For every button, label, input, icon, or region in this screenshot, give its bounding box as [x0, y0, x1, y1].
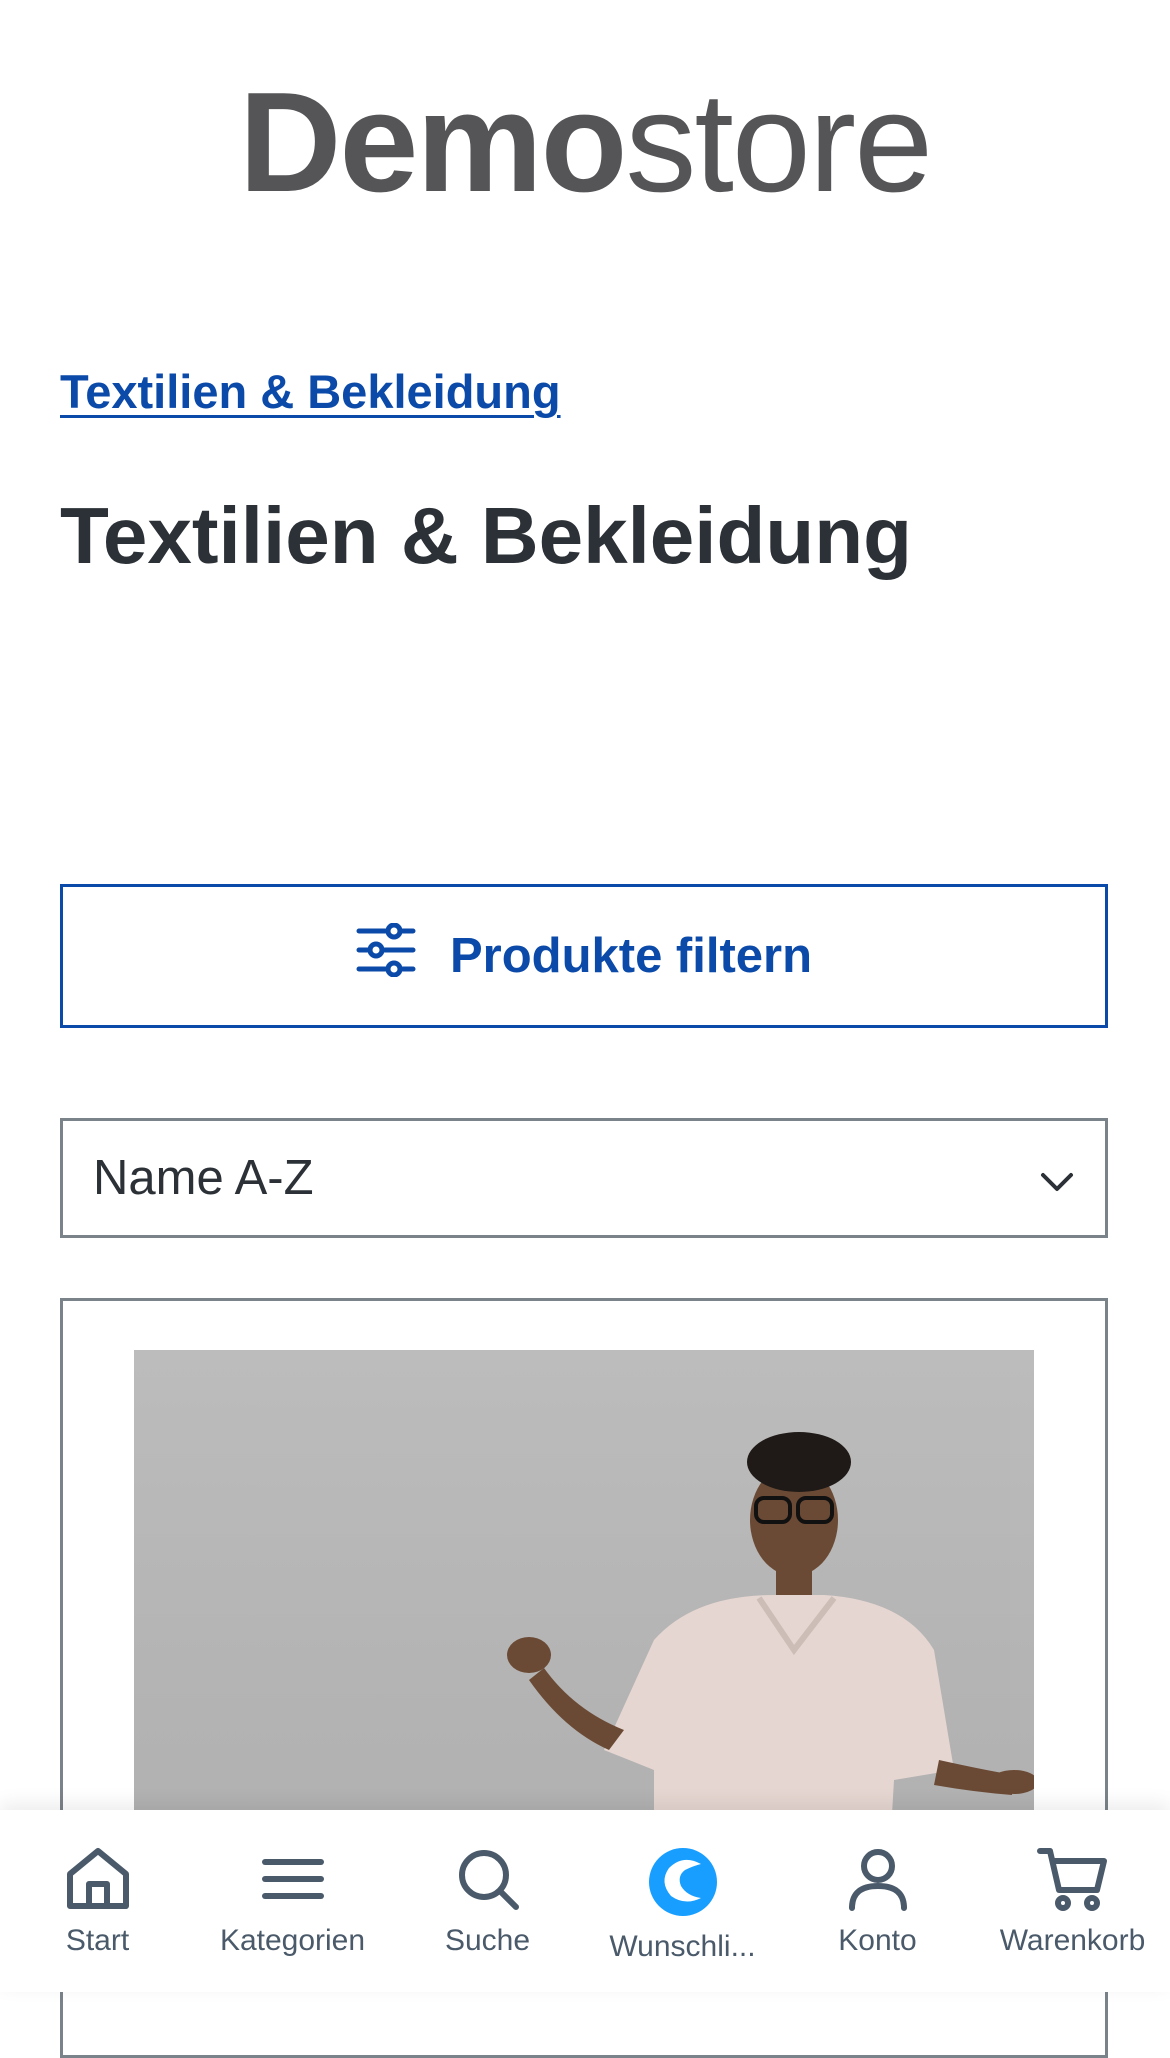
logo-bold-text: Demo	[238, 63, 628, 222]
nav-label-start: Start	[65, 1924, 130, 1957]
cart-icon	[1036, 1846, 1109, 1912]
home-icon	[64, 1846, 132, 1912]
filter-products-button[interactable]: Produkte filtern	[60, 884, 1108, 1028]
nav-item-kategorien[interactable]: Kategorien	[195, 1810, 390, 1992]
nav-label-warenkorb: Warenkorb	[999, 1924, 1146, 1957]
sort-select[interactable]: Name A-Z	[60, 1118, 1108, 1238]
sliders-icon	[356, 922, 416, 989]
wishlist-logo-icon	[647, 1846, 719, 1918]
nav-label-kategorien: Kategorien	[219, 1924, 366, 1957]
breadcrumb-link[interactable]: Textilien & Bekleidung	[60, 364, 561, 419]
nav-item-suche[interactable]: Suche	[390, 1810, 585, 1992]
search-icon	[454, 1846, 522, 1912]
filter-button-label: Produkte filtern	[449, 929, 813, 983]
menu-icon	[259, 1846, 327, 1912]
nav-item-konto[interactable]: Konto	[780, 1810, 975, 1992]
nav-item-wunschliste[interactable]: Wunschli...	[585, 1810, 780, 1992]
nav-item-warenkorb[interactable]: Warenkorb	[975, 1810, 1170, 1992]
page-title: Textilien & Bekleidung	[60, 491, 912, 580]
chevron-down-icon	[1039, 1150, 1075, 1206]
store-logo[interactable]: Demostore	[0, 58, 1170, 228]
nav-item-start[interactable]: Start	[0, 1810, 195, 1992]
nav-label-wunschliste: Wunschli...	[609, 1930, 756, 1963]
bottom-navigation: Start Kategorien Suche Wunschli... Konto…	[0, 1810, 1170, 1992]
sort-selected-value: Name A-Z	[93, 1151, 314, 1205]
logo-light-text: store	[625, 63, 933, 222]
nav-label-konto: Konto	[838, 1924, 917, 1957]
nav-label-suche: Suche	[444, 1924, 531, 1957]
user-icon	[844, 1846, 912, 1912]
